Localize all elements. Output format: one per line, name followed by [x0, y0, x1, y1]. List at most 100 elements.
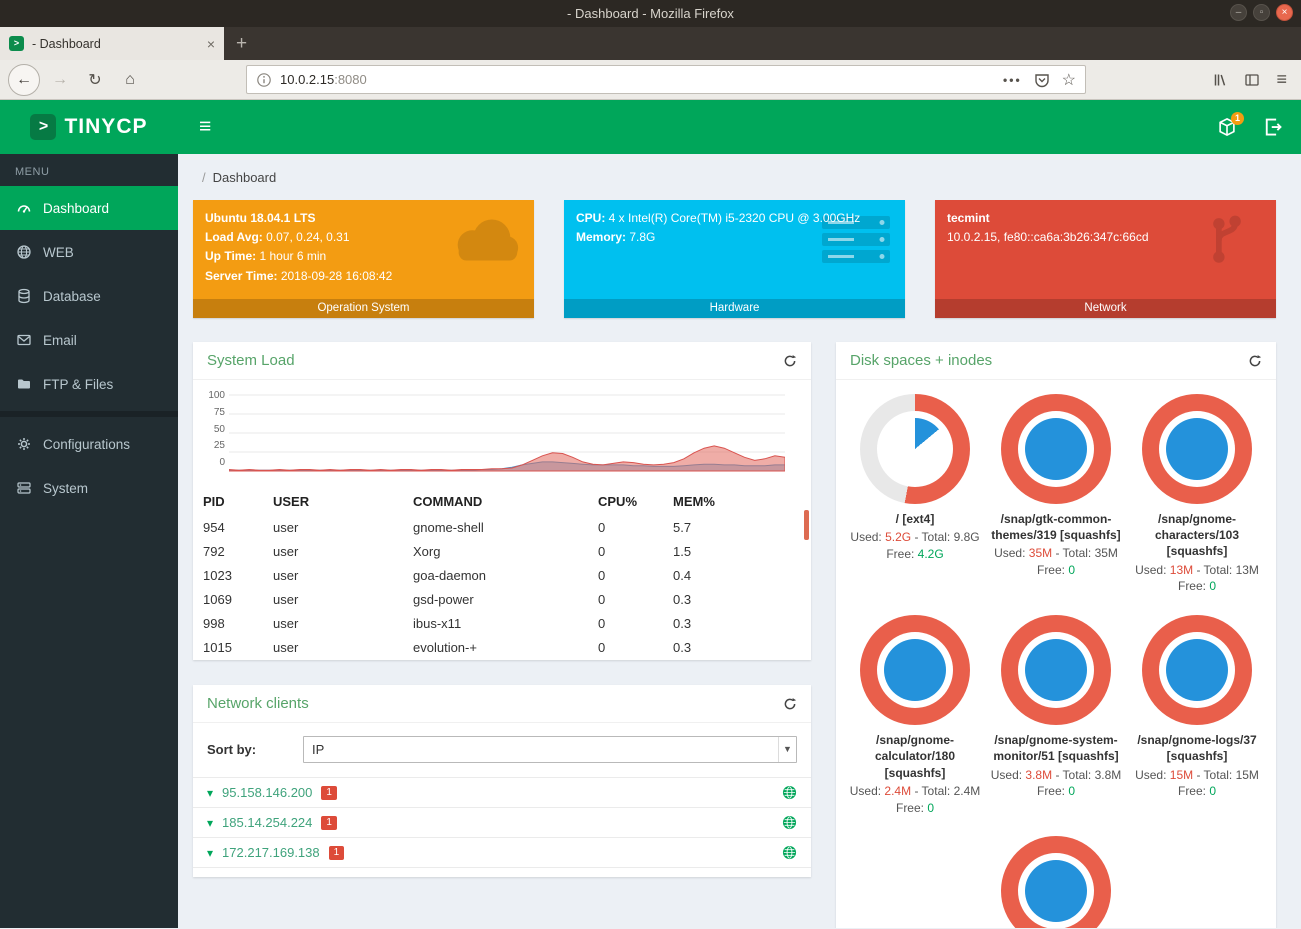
info-box-line: Memory: 7.8G	[576, 228, 893, 247]
process-row: 954usergnome-shell05.7	[193, 516, 811, 540]
url-bar[interactable]: 10.0.2.15:8080 ••• ☆	[246, 65, 1086, 94]
updates-package-icon[interactable]: 1	[1217, 117, 1237, 137]
back-button[interactable]: ←	[8, 64, 40, 96]
panel-title: Network clients	[207, 695, 309, 712]
system-load-chart	[229, 394, 785, 472]
close-button[interactable]: ×	[1276, 4, 1293, 21]
bookmark-star-icon[interactable]: ☆	[1062, 70, 1076, 90]
chevron-down-icon[interactable]: ▾	[207, 786, 213, 800]
disk-name: /snap/gnome-logs/37 [squashfs]	[1128, 732, 1266, 764]
column-header: PID	[193, 488, 263, 516]
info-box-line: 10.0.2.15, fe80::ca6a:3b26:347c:66cd	[947, 228, 1264, 247]
sidebar-toggle-icon[interactable]	[1244, 72, 1260, 88]
process-row: 1015userevolution-+00.3	[193, 636, 811, 660]
chevron-down-icon[interactable]: ▾	[207, 846, 213, 860]
network-client-row[interactable]: ▾172.217.169.1381	[193, 837, 811, 868]
new-tab-button[interactable]: +	[236, 33, 247, 55]
donut-inode-pie	[1025, 639, 1087, 701]
site-info-icon[interactable]	[256, 72, 272, 88]
sidebar-item-web[interactable]: WEB	[0, 230, 178, 274]
tab-bar: > - Dashboard × +	[0, 27, 1301, 60]
pocket-icon[interactable]	[1034, 72, 1050, 88]
tinycp-logo[interactable]: > TINYCP	[0, 100, 178, 154]
chevron-down-icon[interactable]: ▾	[207, 816, 213, 830]
info-box-line: Up Time: 1 hour 6 min	[205, 247, 522, 266]
dashboard-icon	[16, 200, 32, 216]
process-cell: 792	[193, 540, 263, 564]
column-header: MEM%	[663, 488, 811, 516]
refresh-icon[interactable]	[783, 354, 797, 368]
network-client-list: ▾95.158.146.2001▾185.14.254.2241▾172.217…	[193, 777, 811, 877]
sidebar-item-database[interactable]: Database	[0, 274, 178, 318]
disk-donut[interactable]	[860, 615, 970, 725]
globe-green-icon[interactable]	[782, 785, 797, 800]
tab-close-icon[interactable]: ×	[207, 36, 215, 52]
info-box-footer[interactable]: Operation System	[193, 299, 534, 318]
process-row: 998useribus-x1100.3	[193, 612, 811, 636]
window-title: - Dashboard - Mozilla Firefox	[567, 6, 734, 21]
browser-tab[interactable]: > - Dashboard ×	[0, 27, 224, 60]
refresh-icon[interactable]	[783, 697, 797, 711]
process-cell: gsd-power	[403, 588, 588, 612]
disk-item: /snap/gnome-	[986, 836, 1127, 928]
process-row: 1023usergoa-daemon00.4	[193, 564, 811, 588]
breadcrumb-slash: /	[202, 170, 206, 185]
process-cell: 5.7	[663, 516, 811, 540]
page-actions-icon[interactable]: •••	[1003, 73, 1022, 87]
logout-icon[interactable]	[1263, 117, 1283, 137]
refresh-icon[interactable]	[1248, 354, 1262, 368]
sort-select[interactable]: IP ▼	[303, 736, 797, 763]
disk-free-line: Free: 0	[1037, 562, 1075, 579]
sidebar-item-ftp-files[interactable]: FTP & Files	[0, 362, 178, 406]
network-client-row[interactable]: ▾185.14.254.2241	[193, 807, 811, 837]
minimize-button[interactable]: –	[1230, 4, 1247, 21]
process-cell: user	[263, 516, 403, 540]
process-cell: user	[263, 540, 403, 564]
process-cell: 1023	[193, 564, 263, 588]
panel-title: System Load	[207, 352, 295, 369]
disk-free-line: Free: 0	[1037, 783, 1075, 800]
disk-donut[interactable]	[860, 394, 970, 504]
reload-button[interactable]: ↻	[80, 65, 110, 95]
globe-green-icon[interactable]	[782, 815, 797, 830]
info-box-footer[interactable]: Network	[935, 299, 1276, 318]
maximize-button[interactable]: ▫	[1253, 4, 1270, 21]
process-cell: 0	[588, 540, 663, 564]
disk-donut[interactable]	[1142, 394, 1252, 504]
disk-donut[interactable]	[1001, 836, 1111, 928]
library-icon[interactable]	[1212, 72, 1228, 88]
info-box-footer[interactable]: Hardware	[564, 299, 905, 318]
tab-title: - Dashboard	[32, 37, 199, 51]
disk-donut[interactable]	[1001, 615, 1111, 725]
disk-free-line: Free: 0	[1178, 578, 1216, 595]
disk-donut[interactable]	[1142, 615, 1252, 725]
chart-y-axis: 1007550250	[201, 390, 229, 468]
sidebar-collapse-icon[interactable]: ≡	[199, 115, 211, 139]
tab-favicon: >	[9, 36, 24, 51]
sidebar-item-system[interactable]: System	[0, 466, 178, 510]
sidebar-item-email[interactable]: Email	[0, 318, 178, 362]
sidebar-item-label: Database	[43, 289, 101, 304]
y-tick-label: 50	[201, 424, 225, 435]
breadcrumb-page: Dashboard	[213, 170, 277, 185]
scrollbar-thumb[interactable]	[804, 510, 809, 540]
network-client-row[interactable]: ▾95.158.146.2001	[193, 777, 811, 807]
home-button[interactable]: ⌂	[115, 65, 145, 95]
disk-spaces-panel: Disk spaces + inodes / [ext4]Used: 5.2G …	[836, 342, 1276, 928]
forward-button[interactable]: →	[45, 65, 75, 95]
disk-name: /snap/gnome-calculator/180 [squashfs]	[846, 732, 984, 781]
disk-item: /snap/gnome-characters/103 [squashfs]Use…	[1127, 394, 1268, 595]
window-controls: – ▫ ×	[1230, 4, 1293, 21]
disk-donut[interactable]	[1001, 394, 1111, 504]
client-count-badge: 1	[321, 786, 337, 800]
disk-free-line: Free: 0	[896, 800, 934, 817]
menu-hamburger-icon[interactable]: ≡	[1276, 69, 1287, 90]
page-content: /Dashboard Ubuntu 18.04.1 LTSLoad Avg: 0…	[178, 154, 1301, 928]
disk-free-line: Free: 4.2G	[886, 546, 943, 563]
sidebar-item-configurations[interactable]: Configurations	[0, 422, 178, 466]
sidebar-item-dashboard[interactable]: Dashboard	[0, 186, 178, 230]
globe-green-icon[interactable]	[782, 845, 797, 860]
disk-item: / [ext4]Used: 5.2G - Total: 9.8GFree: 4.…	[845, 394, 986, 595]
sidebar: MENU DashboardWEBDatabaseEmailFTP & File…	[0, 154, 178, 928]
network-clients-panel: Network clients Sort by: IP ▼ ▾95.158.14…	[193, 685, 811, 877]
